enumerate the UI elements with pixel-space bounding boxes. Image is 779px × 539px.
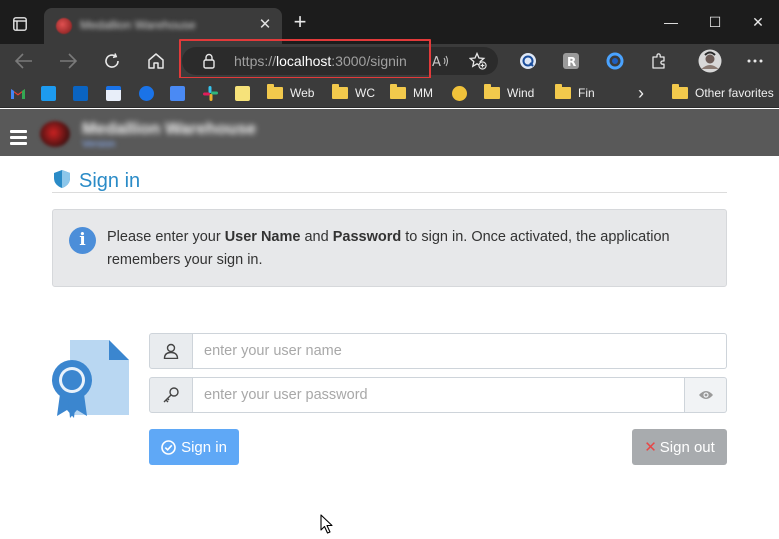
contacts-bookmark-icon[interactable]: [139, 84, 160, 102]
sign-out-label: Sign out: [659, 438, 715, 456]
app-logo: [40, 121, 70, 147]
extension-q-icon[interactable]: [514, 48, 542, 74]
bookmark-folder-wc[interactable]: WC: [332, 84, 375, 102]
user-icon: [149, 333, 193, 369]
outlook-bookmark-icon[interactable]: [73, 84, 94, 102]
tab-title: Medallion Warehouse: [80, 18, 196, 32]
more-icon[interactable]: [741, 48, 769, 74]
other-favorites-folder[interactable]: Other favorites: [672, 84, 774, 102]
sign-in-button[interactable]: Sign in: [149, 429, 239, 465]
bookmark-site-icon[interactable]: [452, 84, 473, 102]
certificate-icon: [52, 340, 130, 418]
eye-icon[interactable]: [685, 377, 727, 413]
sign-out-button[interactable]: ✕ Sign out: [632, 429, 727, 465]
info-icon: i: [69, 227, 96, 254]
password-input[interactable]: [193, 377, 685, 413]
home-icon[interactable]: [142, 48, 170, 74]
twitter-bookmark-icon[interactable]: [41, 84, 62, 102]
tab-actions-icon[interactable]: [6, 12, 34, 36]
back-arrow-icon[interactable]: [10, 48, 38, 74]
translate-bookmark-icon[interactable]: [170, 84, 191, 102]
extension-r-icon[interactable]: R: [557, 48, 585, 74]
svg-text:A: A: [432, 55, 441, 69]
svg-text:R: R: [567, 55, 576, 69]
bookmark-folder-wind[interactable]: Wind: [484, 84, 534, 102]
app-header: Medallion Warehouse Version: [0, 109, 779, 156]
folder-icon: [332, 84, 348, 99]
new-tab-button[interactable]: +: [289, 11, 311, 34]
bookmark-folder-web[interactable]: Web: [267, 84, 314, 102]
folder-icon: [390, 84, 406, 99]
close-icon: ✕: [644, 439, 657, 456]
calendar-bookmark-icon[interactable]: [106, 84, 127, 102]
username-input[interactable]: [193, 333, 727, 369]
app-name: Medallion Warehouse: [82, 119, 257, 138]
bookmark-folder-mm[interactable]: MM: [390, 84, 433, 102]
bookmarks-bar: Web WC MM Wind Fin › Other favorites: [0, 78, 779, 108]
bookmark-label: WC: [355, 86, 375, 100]
other-favorites-label: Other favorites: [695, 86, 774, 100]
browser-title-bar: Medallion Warehouse ✕ + — ☐ ✕: [0, 0, 779, 44]
forward-arrow-icon[interactable]: [54, 48, 82, 74]
folder-icon: [267, 84, 283, 99]
gmail-bookmark-icon[interactable]: [10, 84, 26, 102]
app-subtitle: Version: [82, 139, 116, 150]
title-divider: [52, 192, 727, 193]
more-bookmarks-chevron-icon[interactable]: ›: [638, 83, 644, 103]
puzzle-icon[interactable]: [645, 48, 673, 74]
notes-bookmark-icon[interactable]: [235, 84, 256, 102]
page-title-text: Sign in: [79, 169, 141, 192]
minimize-button[interactable]: —: [656, 10, 686, 34]
tab-favicon-icon: [56, 18, 72, 34]
bookmark-folder-fin[interactable]: Fin: [555, 84, 595, 102]
check-circle-icon: [161, 439, 176, 455]
profile-avatar[interactable]: [696, 48, 724, 74]
folder-icon: [555, 84, 571, 99]
slack-bookmark-icon[interactable]: [203, 84, 218, 102]
bookmark-label: Web: [290, 86, 315, 100]
maximize-button[interactable]: ☐: [700, 10, 730, 34]
tab-close-icon[interactable]: ✕: [256, 16, 274, 34]
page-title: Sign in: [52, 168, 140, 194]
read-aloud-icon[interactable]: A: [432, 53, 450, 74]
refresh-icon[interactable]: [98, 48, 126, 74]
address-highlight-box: [179, 39, 431, 79]
password-group: [149, 377, 727, 413]
info-alert: i Please enter your User Name and Passwo…: [52, 209, 727, 287]
add-favorite-icon[interactable]: [468, 51, 487, 75]
shield-icon: [52, 169, 72, 194]
sign-in-label: Sign in: [181, 438, 227, 456]
bookmark-label: MM: [413, 86, 433, 100]
mouse-cursor-icon: [320, 514, 334, 534]
extension-sync-icon[interactable]: [601, 48, 629, 74]
hamburger-menu-icon[interactable]: [10, 130, 27, 145]
key-icon: [149, 377, 193, 413]
bookmark-label: Wind: [507, 86, 535, 100]
folder-icon: [672, 84, 688, 99]
username-group: [149, 333, 727, 369]
folder-icon: [484, 84, 500, 99]
info-alert-text: Please enter your User Name and Password…: [107, 229, 670, 268]
bookmark-label: Fin: [578, 86, 595, 100]
close-window-button[interactable]: ✕: [743, 10, 773, 34]
